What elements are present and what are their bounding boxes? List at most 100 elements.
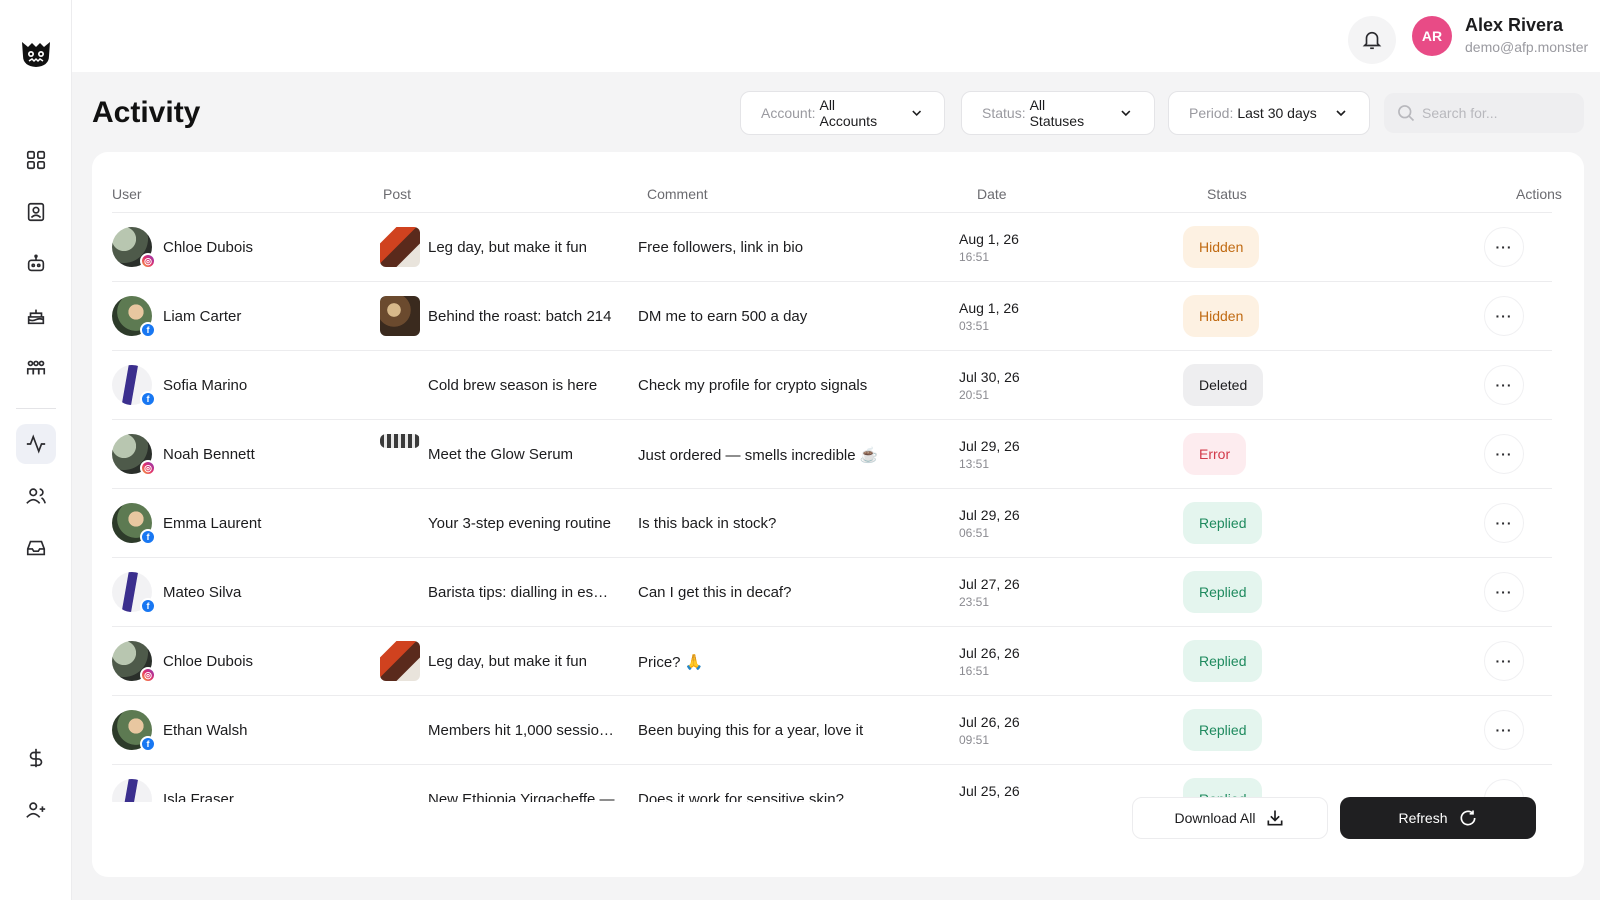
user-name: Mateo Silva [163, 584, 242, 601]
user-name: Chloe Dubois [163, 239, 254, 256]
row-actions-button[interactable]: ··· [1484, 572, 1524, 612]
table-row[interactable]: f Ethan Walsh Members hit 1,000 sessions t… [112, 695, 1552, 764]
column-header-post: Post [383, 186, 412, 202]
dollar-icon [29, 748, 43, 768]
nav-team[interactable] [16, 348, 56, 388]
status-badge: Replied [1183, 709, 1263, 751]
status-badge: Hidden [1183, 295, 1260, 337]
more-horizontal-icon: ··· [1495, 584, 1513, 600]
comment-date: Jul 25, 26 [959, 783, 1020, 799]
activity-card: User Post Comment Date Status Actions ◎ C… [92, 152, 1584, 877]
nav-invite[interactable] [16, 790, 56, 830]
facebook-icon: f [140, 736, 156, 752]
row-actions-button[interactable]: ··· [1484, 503, 1524, 543]
user-avatar[interactable]: AR [1412, 16, 1452, 56]
more-horizontal-icon: ··· [1495, 653, 1513, 669]
table-row[interactable]: f Sofia Marino Cold brew season is here Che… [112, 350, 1552, 419]
page-title: Activity [92, 96, 201, 129]
nav-bots[interactable] [16, 244, 56, 284]
status-filter[interactable]: Status: All Statuses [961, 91, 1155, 135]
comment-date: Aug 1, 26 [959, 231, 1019, 247]
refresh-icon [1460, 810, 1476, 826]
facebook-icon: f [140, 598, 156, 614]
refresh-label: Refresh [1398, 810, 1448, 826]
nav-events[interactable] [16, 296, 56, 336]
account-filter[interactable]: Account: All Accounts [740, 91, 945, 135]
nav-contacts[interactable] [16, 192, 56, 232]
notifications-button[interactable] [1348, 16, 1396, 64]
nav-activity[interactable] [16, 424, 56, 464]
comment-text: Been buying this for a year, love it [638, 722, 864, 739]
comment-time: 16:51 [959, 664, 990, 678]
status-badge: Replied [1183, 502, 1263, 544]
post-thumbnail [380, 434, 420, 448]
user-email: demo@afp.monster [1465, 39, 1589, 55]
monster-logo-icon[interactable] [18, 34, 54, 70]
search-box[interactable] [1384, 93, 1584, 133]
row-actions-button[interactable]: ··· [1484, 296, 1524, 336]
download-icon [1267, 810, 1283, 826]
row-actions-button[interactable]: ··· [1484, 710, 1524, 750]
user-name: Alex Rivera [1465, 15, 1564, 35]
table-row[interactable]: fIsla FraserNew Ethiopia Yirgacheffe —Do… [112, 764, 1552, 802]
table-row[interactable]: ◎ Chloe Dubois Leg day, but make it fun Pri… [112, 626, 1552, 695]
nav-users[interactable] [16, 476, 56, 516]
nav-dashboard[interactable] [16, 140, 56, 180]
comment-text: Does it work for sensitive skin? [638, 791, 844, 802]
table-row[interactable]: f Emma Laurent Your 3-step evening routine… [112, 488, 1552, 557]
user-avatar [112, 779, 152, 802]
refresh-button[interactable]: Refresh [1340, 797, 1536, 839]
search-input[interactable] [1422, 105, 1572, 121]
download-all-button[interactable]: Download All [1132, 797, 1328, 839]
status-badge: Replied [1183, 640, 1263, 682]
post-thumbnail [380, 227, 420, 267]
table-row[interactable]: f Liam Carter Behind the roast: batch 214 D… [112, 281, 1552, 350]
user-plus-icon [26, 802, 46, 818]
comment-text: DM me to earn 500 a day [638, 308, 808, 325]
chevron-down-icon [1121, 110, 1131, 117]
more-horizontal-icon: ··· [1495, 377, 1513, 393]
instagram-icon: ◎ [140, 253, 156, 269]
table-body[interactable]: ◎ Chloe Dubois Leg day, but make it fun Fre… [92, 212, 1584, 802]
table-row[interactable]: f Mateo Silva Barista tips: dialling in es… [112, 557, 1552, 626]
user-name: Liam Carter [163, 308, 242, 325]
status-badge: Error [1183, 433, 1247, 475]
column-header-status: Status [1207, 186, 1247, 202]
more-horizontal-icon: ··· [1495, 722, 1513, 738]
post-title: Meet the Glow Serum [428, 446, 574, 463]
post-title: Leg day, but make it fun [428, 653, 587, 670]
instagram-icon: ◎ [140, 667, 156, 683]
post-title: New Ethiopia Yirgacheffe — [428, 791, 615, 802]
comment-date: Aug 1, 26 [959, 300, 1019, 316]
facebook-icon: f [140, 322, 156, 338]
row-actions-button[interactable]: ··· [1484, 227, 1524, 267]
contacts-icon [27, 202, 45, 222]
comment-time: 09:51 [959, 733, 990, 747]
post-title: Behind the roast: batch 214 [428, 308, 612, 325]
post-thumbnail [380, 641, 420, 681]
nav-billing[interactable] [16, 738, 56, 778]
comment-time: 06:51 [959, 526, 990, 540]
post-title: Your 3-step evening routine [428, 515, 611, 532]
period-filter[interactable]: Period: Last 30 days [1168, 91, 1370, 135]
chevron-down-icon [1336, 110, 1346, 117]
comment-date: Jul 29, 26 [959, 507, 1020, 523]
period-filter-label: Period: [1189, 105, 1234, 121]
post-thumbnail [380, 296, 420, 336]
row-actions-button[interactable]: ··· [1484, 365, 1524, 405]
user-name: Isla Fraser [163, 791, 234, 802]
comment-date: Jul 26, 26 [959, 714, 1020, 730]
table-row[interactable]: ◎ Chloe Dubois Leg day, but make it fun Fre… [112, 212, 1552, 281]
users-icon [26, 488, 46, 504]
column-header-comment: Comment [647, 186, 708, 202]
nav-inbox[interactable] [16, 528, 56, 568]
comment-text: Free followers, link in bio [638, 239, 804, 256]
table-row[interactable]: ◎ Noah Bennett Meet the Glow Serum Just ord… [112, 419, 1552, 488]
more-horizontal-icon: ··· [1495, 515, 1513, 531]
more-horizontal-icon: ··· [1495, 239, 1513, 255]
column-header-date: Date [977, 186, 1007, 202]
row-actions-button[interactable]: ··· [1484, 641, 1524, 681]
row-actions-button[interactable]: ··· [1484, 434, 1524, 474]
user-name: Ethan Walsh [163, 722, 248, 739]
facebook-icon: f [140, 529, 156, 545]
